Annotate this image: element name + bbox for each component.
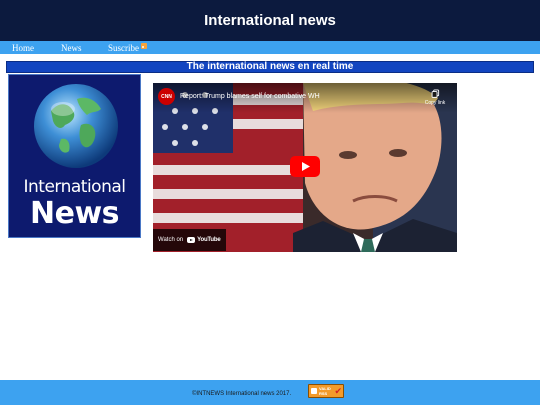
checkmark-icon: ✔ [334,386,342,396]
nav-bar: Home News Suscribe [0,41,540,54]
site-footer: ©INTNEWS International news 2017. [0,380,540,405]
copy-icon [431,89,439,98]
rss-feed-icon [311,388,317,394]
section-title: The international news en real time [186,61,354,72]
copy-link-button[interactable]: Copy link [422,89,448,106]
channel-avatar[interactable]: CNN [158,88,175,105]
valid-rss-badge[interactable]: VALID RSS ✔ [308,384,344,398]
watch-on-label: Watch on [158,237,184,243]
site-title: International news [204,12,336,29]
video-title[interactable]: Report: Trump blames self for combative … [180,93,320,100]
copy-link-label: Copy link [424,100,446,106]
nav-link-news[interactable]: News [61,42,82,54]
youtube-mark-icon [187,237,196,243]
video-embed[interactable]: CNN Report: Trump blames self for combat… [153,83,457,252]
watch-on-youtube-button[interactable]: Watch on YouTube [153,229,226,251]
youtube-wordmark: YouTube [197,237,221,243]
logo-text-international: International [23,177,127,197]
rss-badge-line2: RSS [319,391,328,396]
section-banner: The international news en real time [6,61,534,73]
nav-link-home[interactable]: Home [12,42,34,54]
nav-link-suscribe[interactable]: Suscribe [108,42,139,54]
site-logo: International News [8,74,141,238]
globe-icon [34,84,118,168]
site-header: International news [0,0,540,41]
logo-text-news: News [29,196,120,231]
rss-icon[interactable] [141,43,147,49]
play-icon[interactable] [290,156,320,177]
footer-copyright: ©INTNEWS International news 2017. [192,391,292,397]
youtube-logo-icon: YouTube [187,237,221,243]
